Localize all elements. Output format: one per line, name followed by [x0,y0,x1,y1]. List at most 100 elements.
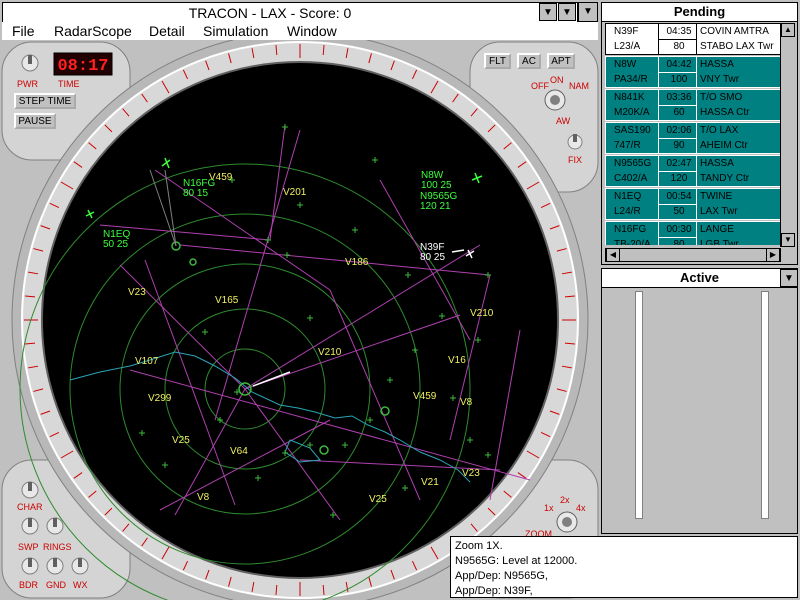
strip-id: N841K [614,92,645,103]
strip-time: 03:36 [666,92,692,103]
menu-simulation[interactable]: Simulation [203,23,268,39]
airway-label: V25 [172,435,190,446]
name-knob[interactable] [544,89,566,111]
menu-bar: File RadarScope Detail Simulation Window [2,22,598,41]
strip-to: LGB Twr [700,239,739,245]
fix-label: FIX [568,155,582,165]
flight-strip-n841k[interactable]: N841K M20K/A 03:36 60 T/O SMO HASSA Ctr [605,89,781,121]
active-strip-list [605,289,781,533]
strip-alt: 80 [673,41,685,52]
airway-label: V23 [128,287,146,298]
strip-type: TB-20/A [614,239,651,245]
airway-label: V23 [462,468,480,479]
zoom-1x-label: 1x [544,503,554,513]
zoom-2x-label: 2x [560,495,570,505]
active-menu-button[interactable]: ▼ [780,269,798,287]
char-label: CHAR [17,502,43,512]
strip-from: LANGE [700,224,734,235]
airway-label: V459 [413,391,437,402]
strip-alt: 90 [673,140,685,151]
scroll-down-button[interactable]: ▼ [781,233,795,247]
airway-label: V186 [345,257,369,268]
scroll-up-button[interactable]: ▲ [781,23,795,37]
strip-from: T/O SMO [700,92,743,103]
pending-strip-list: N39F L23/A 04:35 80 COVIN AMTRA STABO LAX Twr… [605,23,781,245]
active-panel: Active ▼ [601,268,798,534]
strip-id: N1EQ [614,191,642,202]
off-label: OFF [531,81,549,91]
radar-scope[interactable] [41,61,559,579]
strip-alt: 120 [670,173,688,184]
rings-label: RINGS [43,542,72,552]
char-switch[interactable] [21,481,39,499]
message-line: App/Dep: N39F, [455,585,533,597]
message-log: Zoom 1X. N9565G: Level at 12000. App/Dep… [450,536,798,598]
strip-time: 02:06 [666,125,692,136]
control-menu-icon: ▼ [583,6,593,17]
strip-from: T/O LAX [700,125,739,136]
airway-label: V64 [230,446,248,457]
strip-to: VNY Twr [700,74,740,85]
strip-from: COVIN AMTRA [700,26,769,37]
bdr-switch[interactable] [21,557,39,575]
strip-type: 747/R [614,140,641,151]
zoom-knob[interactable] [556,511,578,533]
nam-label: NAM [569,81,589,91]
pause-button[interactable]: PAUSE [14,113,56,129]
message-line: App/Dep: N9565G, [455,570,548,582]
pwr-label: PWR [17,79,38,89]
flight-strip-n8w[interactable]: N8W PA34/R 04:42 100 HASSA VNY Twr [605,56,781,88]
swp-label: SWP [18,542,39,552]
gnd-switch[interactable] [46,557,64,575]
strip-alt: 80 [673,239,685,245]
chevron-down-icon: ▼ [784,273,794,284]
flight-strip-n16fg[interactable]: N16FG TB-20/A 00:30 80 LANGE LGB Twr [605,221,781,245]
flt-button[interactable]: FLT [484,53,511,69]
menu-file[interactable]: File [12,23,35,39]
flight-strip-n1eq[interactable]: N1EQ L24/R 00:54 50 TWINE LAX Twr [605,188,781,220]
menu-window[interactable]: Window [287,23,337,39]
message-line: Zoom 1X. [455,540,503,552]
strip-time: 00:30 [666,224,692,235]
flight-strip-n39f[interactable]: N39F L23/A 04:35 80 COVIN AMTRA STABO LAX Twr [605,23,781,55]
flight-strip-sas190[interactable]: SAS190 747/R 02:06 90 T/O LAX AHEIM Ctr [605,122,781,154]
airway-label: V21 [421,477,439,488]
airway-label: V8 [197,492,210,503]
wx-label: WX [73,580,88,590]
minimize-button[interactable]: ▼ [539,3,557,21]
airway-label: V201 [283,187,307,198]
aircraft-data: 100 25 [421,180,452,191]
flight-strip-n9565g[interactable]: N9565G C402/A 02:47 120 HASSA TANDY Ctr [605,155,781,187]
scroll-left-button[interactable]: ◀ [606,248,620,262]
menu-radarscope[interactable]: RadarScope [54,23,132,39]
strip-from: HASSA [700,59,734,70]
strip-time: 00:54 [666,191,692,202]
maximize-button[interactable]: ▼ [558,3,576,21]
bdr-label: BDR [19,580,39,590]
menu-detail[interactable]: Detail [149,23,185,39]
power-switch[interactable] [21,54,39,72]
strip-to: HASSA Ctr [700,107,750,118]
strip-to: TANDY Ctr [700,173,750,184]
step-time-button[interactable]: STEP TIME [14,93,76,109]
ac-button[interactable]: AC [517,53,541,69]
swp-switch[interactable] [21,517,39,535]
control-menu-button[interactable]: ▼ [578,2,598,22]
apt-button[interactable]: APT [547,53,575,69]
airway-label: V107 [135,356,159,367]
zoom-4x-label: 4x [576,503,586,513]
strip-time: 04:42 [666,59,692,70]
title-bar: TRACON - LAX - Score: 0 ▼ ▼ [2,2,578,24]
strip-to: STABO LAX Twr [700,41,774,52]
active-title: Active [602,269,797,288]
pending-vscroll[interactable]: ▲ ▼ [780,23,795,247]
scroll-right-button[interactable]: ▶ [766,248,780,262]
wx-switch[interactable] [71,557,89,575]
strip-time: 04:35 [666,26,692,37]
strip-from: TWINE [700,191,733,202]
strip-id: N16FG [614,224,647,235]
pending-hscroll[interactable]: ◀ ▶ [605,248,781,262]
pending-panel: Pending N39F L23/A 04:35 80 COVIN AMTRA STABO… [601,2,798,265]
rings-switch[interactable] [46,517,64,535]
strip-type: C402/A [614,173,648,184]
